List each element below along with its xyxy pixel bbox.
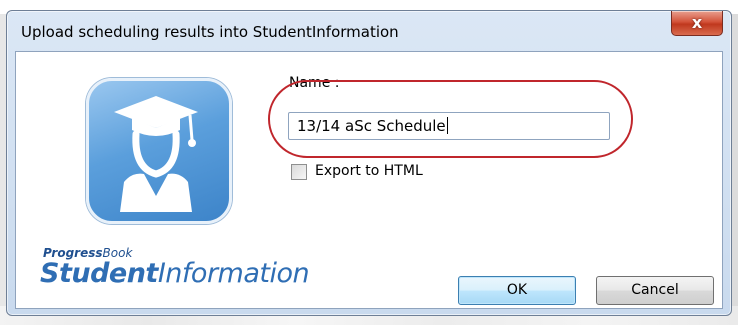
dialog-titlebar[interactable]: Upload scheduling results into StudentIn… xyxy=(7,11,731,51)
text-caret xyxy=(446,117,448,134)
dialog-content: ProgressBook StudentInformation Name : 1… xyxy=(15,51,723,309)
export-html-label[interactable]: Export to HTML xyxy=(315,163,423,179)
student-prefix: Student xyxy=(40,258,158,289)
dialog-title: Upload scheduling results into StudentIn… xyxy=(21,23,399,41)
graduate-icon xyxy=(114,96,198,212)
close-button[interactable]: x xyxy=(671,11,723,36)
ok-button[interactable]: OK xyxy=(458,276,576,305)
information-suffix: Information xyxy=(157,258,310,289)
cancel-button[interactable]: Cancel xyxy=(596,276,714,305)
studentinformation-wordmark: StudentInformation xyxy=(40,258,310,289)
upload-dialog: Upload scheduling results into StudentIn… xyxy=(6,10,732,316)
name-input[interactable]: 13/14 aSc Schedule xyxy=(288,112,610,140)
studentinformation-logo xyxy=(86,78,232,224)
export-html-checkbox[interactable] xyxy=(291,164,307,180)
close-icon: x xyxy=(691,13,703,32)
name-input-value: 13/14 aSc Schedule xyxy=(297,117,446,135)
